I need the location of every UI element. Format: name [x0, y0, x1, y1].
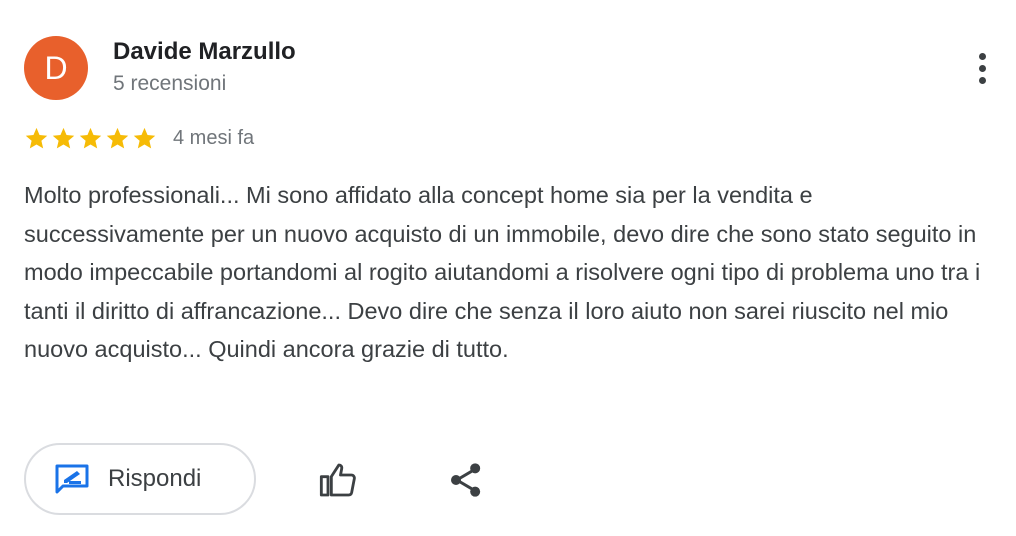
rate-review-icon: [55, 464, 89, 494]
star-icon: [106, 127, 129, 148]
avatar[interactable]: D: [24, 36, 88, 100]
star-rating: [24, 126, 157, 151]
reply-label: Rispondi: [108, 465, 202, 492]
avatar-initial: D: [44, 49, 68, 86]
more-vert-icon-dot: [978, 76, 986, 84]
review-date: 4 mesi fa: [173, 126, 255, 149]
author-name[interactable]: Davide Marzullo: [113, 38, 296, 66]
star-icon: [133, 127, 156, 148]
more-vert-icon-dot: [978, 64, 986, 72]
star-icon: [52, 127, 75, 148]
star-icon: [25, 127, 48, 148]
share-button[interactable]: [444, 458, 488, 502]
more-vert-icon: [978, 52, 986, 60]
star-icon: [79, 127, 102, 148]
thumb-up-icon: [319, 463, 356, 497]
review-card: D Davide Marzullo 5 recensioni 4 mesi fa…: [0, 0, 1016, 536]
like-button[interactable]: [316, 458, 360, 502]
reply-button[interactable]: Rispondi: [24, 443, 256, 515]
share-icon: [451, 463, 481, 497]
author-review-count: 5 recensioni: [113, 72, 227, 95]
rating-row: 4 mesi fa: [24, 124, 254, 152]
more-options-button[interactable]: [966, 46, 998, 90]
review-text: Molto professionali... Mi sono affidato …: [24, 182, 981, 362]
